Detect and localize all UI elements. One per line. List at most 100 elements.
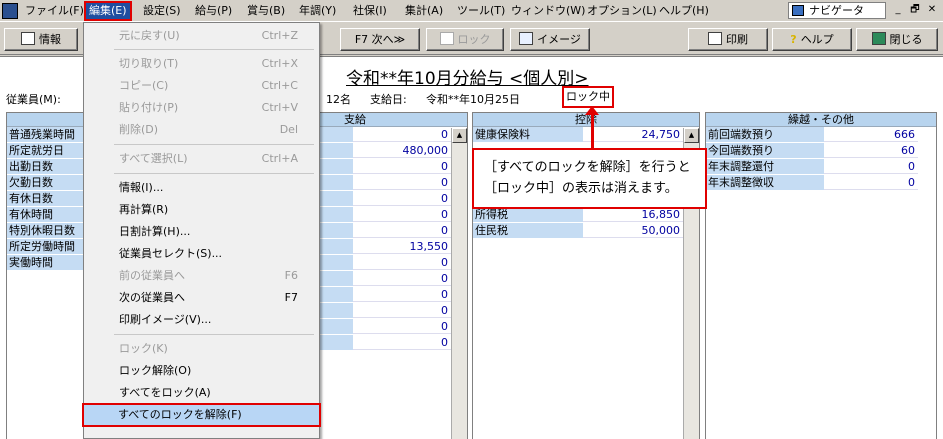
- payment-row-value[interactable]: 0: [353, 287, 451, 302]
- menu-item-prev-employee[interactable]: 前の従業員へ F6: [85, 266, 318, 286]
- navigator-button[interactable]: ナビゲータ: [788, 2, 886, 19]
- menu-item-undo[interactable]: 元に戻す(U) Ctrl+Z: [85, 26, 318, 46]
- close-button-label: 閉じる: [889, 33, 923, 46]
- menu-window[interactable]: ウィンドウ(W): [508, 3, 588, 19]
- menu-salary[interactable]: 給与(P): [192, 3, 235, 19]
- deduction-row-label: 健康保険料: [473, 127, 583, 142]
- menu-options[interactable]: オプション(L): [584, 3, 660, 19]
- menu-item-select-all[interactable]: すべて選択(L) Ctrl+A: [85, 149, 318, 169]
- menu-item-info[interactable]: 情報(I)...: [85, 178, 318, 198]
- menu-item-lock[interactable]: ロック(K): [85, 339, 318, 359]
- navigator-label: ナビゲータ: [809, 4, 864, 17]
- image-button[interactable]: イメージ: [510, 28, 590, 51]
- menu-item-unlock-all[interactable]: すべてのロックを解除(F): [82, 403, 321, 427]
- info-button[interactable]: 情報: [4, 28, 78, 51]
- scroll-up-icon[interactable]: ▲: [452, 128, 467, 143]
- carryover-row-value[interactable]: 0: [824, 159, 918, 174]
- payment-row-value[interactable]: 0: [353, 191, 451, 206]
- menu-edit[interactable]: 編集(E): [84, 1, 132, 21]
- callout-line-1: ［すべてのロックを解除］を行うと: [484, 160, 691, 175]
- payment-row-value[interactable]: 0: [353, 207, 451, 222]
- menu-item-copy[interactable]: コピー(C) Ctrl+C: [85, 76, 318, 96]
- menu-aggregate[interactable]: 集計(A): [402, 3, 446, 19]
- deduction-row-value[interactable]: 50,000: [583, 223, 683, 238]
- menu-item-shortcut: Ctrl+X: [261, 57, 298, 70]
- menu-item-shortcut: Ctrl+A: [261, 152, 298, 165]
- payment-row-value[interactable]: 480,000: [353, 143, 451, 158]
- edit-menu-dropdown: 元に戻す(U) Ctrl+Z 切り取り(T) Ctrl+X コピー(C) Ctrl+C…: [82, 22, 321, 439]
- payment-row-value[interactable]: 0: [353, 255, 451, 270]
- menu-separator: [114, 144, 314, 145]
- payment-row-value[interactable]: 0: [353, 159, 451, 174]
- navigator-icon: [792, 5, 804, 16]
- carryover-row-value[interactable]: 666: [824, 127, 918, 142]
- payment-scrollbar[interactable]: ▲: [451, 128, 467, 439]
- payment-row-value[interactable]: 0: [353, 303, 451, 318]
- menu-item-label: ロック(K): [119, 342, 168, 355]
- minimize-icon[interactable]: _: [890, 3, 906, 18]
- menu-item-next-employee[interactable]: 次の従業員へ F7: [85, 288, 318, 308]
- menu-item-label: 前の従業員へ: [119, 269, 185, 282]
- menu-item-label: 削除(D): [119, 123, 159, 136]
- menu-year-end[interactable]: 年調(Y): [296, 3, 339, 19]
- menu-item-paste[interactable]: 貼り付け(P) Ctrl+V: [85, 98, 318, 118]
- page-title: 令和**年10月分給与 <個人別>: [346, 69, 589, 89]
- info-icon: [21, 32, 35, 45]
- deduction-row-label: 所得税: [473, 207, 583, 222]
- print-button[interactable]: 印刷: [688, 28, 768, 51]
- close-button[interactable]: 閉じる: [856, 28, 938, 51]
- payday-label: 支給日:: [370, 93, 407, 106]
- menu-item-shortcut: Ctrl+Z: [261, 29, 298, 42]
- carryover-row-value[interactable]: 0: [824, 175, 918, 190]
- payment-row-value[interactable]: 0: [353, 175, 451, 190]
- lock-button[interactable]: ロック: [426, 28, 504, 51]
- menu-item-unlock[interactable]: ロック解除(O): [85, 361, 318, 381]
- close-icon[interactable]: ✕: [924, 3, 940, 18]
- callout-arrow-icon: [585, 106, 599, 115]
- carryover-row-label: 年末調整徴収: [706, 175, 824, 190]
- menu-item-print-preview[interactable]: 印刷イメージ(V)...: [85, 310, 318, 330]
- menu-social-insurance[interactable]: 社保(I): [350, 3, 390, 19]
- next-button[interactable]: F7 次へ≫: [340, 28, 420, 51]
- callout-note: ［すべてのロックを解除］を行うと ［ロック中］の表示は消えます。: [472, 148, 707, 209]
- menu-item-recalculate[interactable]: 再計算(R): [85, 200, 318, 220]
- carryover-panel-header: 繰越・その他: [706, 113, 936, 127]
- deduction-row-value[interactable]: 24,750: [583, 127, 683, 142]
- lock-icon: [439, 32, 454, 45]
- menu-item-delete[interactable]: 削除(D) Del: [85, 120, 318, 140]
- menu-item-label: すべてのロックを解除(F): [118, 408, 242, 421]
- menu-bonus[interactable]: 賞与(B): [244, 3, 288, 19]
- info-button-label: 情報: [39, 33, 61, 46]
- menu-item-lock-all[interactable]: すべてをロック(A): [85, 383, 318, 403]
- payment-row-value[interactable]: 0: [353, 127, 451, 142]
- deduction-row-value[interactable]: 16,850: [583, 207, 683, 222]
- menu-item-label: 次の従業員へ: [119, 291, 185, 304]
- payment-row-value[interactable]: 0: [353, 319, 451, 334]
- callout-pointer-line: [591, 109, 594, 149]
- menu-tools[interactable]: ツール(T): [454, 3, 508, 19]
- menu-item-employee-select[interactable]: 従業員セレクト(S)...: [85, 244, 318, 264]
- payment-row-value[interactable]: 0: [353, 223, 451, 238]
- payment-row-value[interactable]: 13,550: [353, 239, 451, 254]
- payment-row-value[interactable]: 0: [353, 335, 451, 350]
- carryover-row-label: 前回端数預り: [706, 127, 824, 142]
- exit-door-icon: [871, 32, 886, 45]
- carryover-row-value[interactable]: 60: [824, 143, 918, 158]
- menu-help[interactable]: ヘルプ(H): [656, 3, 712, 19]
- menu-item-shortcut: Ctrl+V: [261, 101, 298, 114]
- menu-item-daily-calc[interactable]: 日割計算(H)...: [85, 222, 318, 242]
- menu-file[interactable]: ファイル(F): [22, 3, 87, 19]
- menu-settings[interactable]: 設定(S): [140, 3, 184, 19]
- payment-row-value[interactable]: 0: [353, 271, 451, 286]
- lock-status-badge: ロック中: [562, 86, 614, 108]
- menu-separator: [114, 49, 314, 50]
- menu-item-label: すべてをロック(A): [119, 386, 211, 399]
- help-button[interactable]: ? ヘルプ: [772, 28, 852, 51]
- scroll-up-icon[interactable]: ▲: [684, 128, 699, 143]
- lock-button-label: ロック: [457, 33, 491, 46]
- image-button-label: イメージ: [537, 33, 581, 46]
- restore-icon[interactable]: 🗗: [907, 3, 923, 18]
- app-icon[interactable]: [2, 3, 18, 19]
- menu-item-shortcut: Del: [279, 123, 298, 136]
- menu-item-cut[interactable]: 切り取り(T) Ctrl+X: [85, 54, 318, 74]
